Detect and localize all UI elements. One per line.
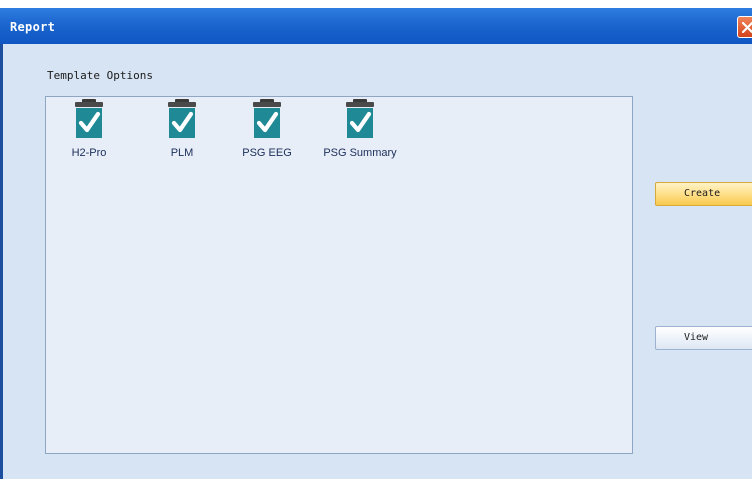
template-label: PSG Summary [323,147,397,159]
template-list-panel: H2-Pro PLM PSG EEG PSG Summary [45,96,633,454]
template-item-plm[interactable]: PLM [139,99,225,163]
template-options-label: Template Options [47,69,153,82]
report-window: Report Template Options H2-Pro PLM PSG E… [0,8,752,479]
checked-clipboard-icon [253,99,281,138]
create-button[interactable]: Create [655,182,752,206]
template-label: H2-Pro [71,147,107,159]
template-label: PLM [170,147,194,159]
template-item-h2-pro[interactable]: H2-Pro [46,99,132,163]
template-item-psg-summary[interactable]: PSG Summary [317,99,403,163]
template-item-psg-eeg[interactable]: PSG EEG [224,99,310,163]
checked-clipboard-icon [346,99,374,138]
window-title: Report [10,20,56,34]
checked-clipboard-icon [75,99,103,138]
close-icon [742,22,752,33]
close-button[interactable] [737,16,752,38]
view-button[interactable]: View [655,326,752,350]
template-label: PSG EEG [242,147,292,159]
title-bar[interactable]: Report [0,8,752,44]
checked-clipboard-icon [168,99,196,138]
